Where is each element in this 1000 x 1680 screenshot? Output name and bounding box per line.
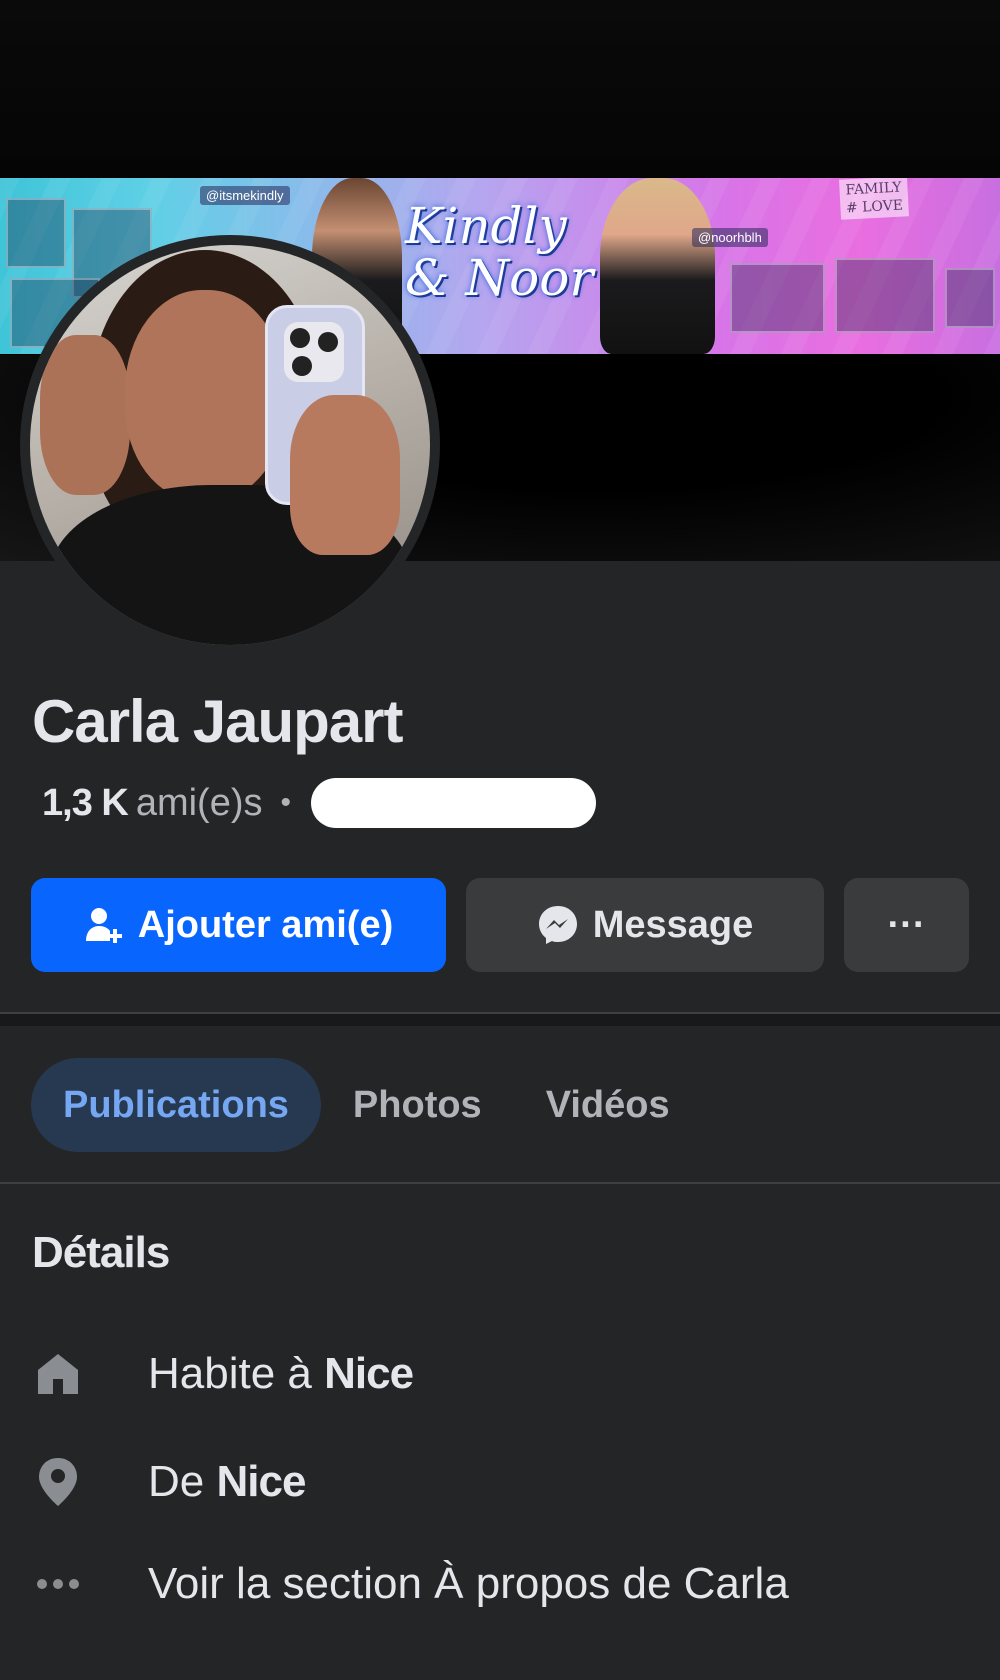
tab-publications[interactable]: Publications <box>31 1058 321 1152</box>
profile-avatar[interactable] <box>20 235 440 655</box>
add-friend-button[interactable]: Ajouter ami(e) <box>31 878 446 972</box>
lives-prefix: Habite à <box>148 1349 312 1398</box>
more-options-button[interactable]: ··· <box>844 878 969 972</box>
about-link-label: Voir la section À propos de Carla <box>148 1559 789 1608</box>
add-friend-label: Ajouter ami(e) <box>137 903 394 946</box>
from-prefix: De <box>148 1457 205 1506</box>
more-dots-icon: ··· <box>887 903 926 946</box>
banner-photo-frame <box>6 198 66 268</box>
tab-videos[interactable]: Vidéos <box>514 1058 702 1152</box>
profile-name: Carla Jaupart <box>32 688 403 755</box>
banner-photo-frame <box>835 258 935 333</box>
banner-title-line: & Noor <box>405 249 594 307</box>
banner-title-line: Kindly <box>405 197 567 255</box>
friends-label: ami(e)s <box>135 781 263 824</box>
section-divider <box>0 1012 1000 1026</box>
banner-photo-frame <box>945 268 995 328</box>
detail-about-link[interactable]: Voir la section À propos de Carla <box>32 1558 789 1610</box>
location-pin-icon <box>32 1456 84 1508</box>
home-icon <box>32 1348 84 1400</box>
banner-instagram-tag: @noorhblh <box>692 228 768 247</box>
message-button[interactable]: Message <box>466 878 824 972</box>
avatar-photo <box>30 245 430 645</box>
banner-person-right <box>600 178 715 354</box>
details-heading: Détails <box>32 1228 170 1277</box>
profile-tabs: Publications Photos Vidéos <box>31 1058 702 1152</box>
friends-summary[interactable]: 1,3 K ami(e)s • <box>42 778 597 828</box>
separator-dot: • <box>280 786 292 819</box>
detail-lives-in: Habite à Nice <box>32 1348 414 1400</box>
banner-photo-frame <box>730 263 825 333</box>
lives-city[interactable]: Nice <box>324 1349 414 1399</box>
friends-count: 1,3 K <box>42 781 129 824</box>
detail-from: De Nice <box>32 1456 306 1508</box>
add-person-icon <box>84 905 124 945</box>
tab-photos[interactable]: Photos <box>321 1058 514 1152</box>
more-dots-icon <box>32 1558 84 1610</box>
banner-title: Kindly & Noor <box>405 200 615 304</box>
tabs-divider <box>0 1182 1000 1184</box>
from-city[interactable]: Nice <box>216 1457 306 1507</box>
message-label: Message <box>592 903 754 946</box>
banner-instagram-tag: @itsmekindly <box>200 186 290 205</box>
redacted-area <box>311 778 597 828</box>
banner-words: FAMILY # LOVE <box>838 178 910 220</box>
messenger-icon <box>537 904 579 946</box>
